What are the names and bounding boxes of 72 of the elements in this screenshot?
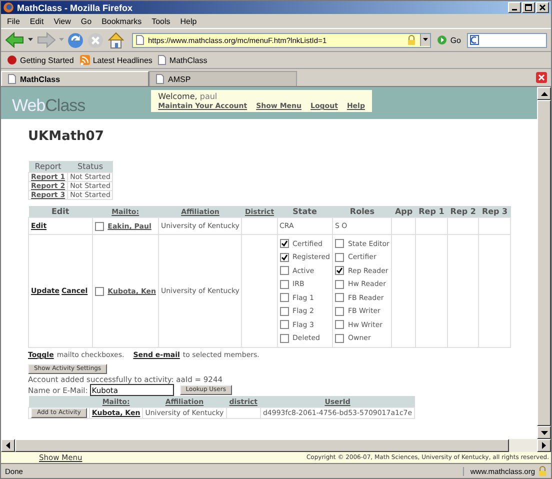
menu-item[interactable]: Edit — [30, 16, 44, 26]
column-header: State — [292, 207, 317, 216]
column-header: Report — [28, 161, 68, 172]
column-header: App — [394, 207, 413, 216]
maximize-button[interactable] — [522, 2, 535, 13]
menu-item[interactable]: View — [54, 16, 71, 26]
menu-item[interactable]: Bookmarks — [102, 16, 142, 26]
close-tab-icon[interactable] — [536, 72, 547, 83]
column-header: Rep 3 — [482, 207, 508, 216]
checkbox[interactable] — [334, 334, 344, 343]
vertical-scrollbar[interactable] — [537, 87, 551, 439]
column-header: Roles — [350, 207, 374, 216]
menu-item[interactable]: Go — [80, 16, 92, 26]
down-arrow-icon[interactable] — [540, 430, 548, 434]
checkbox[interactable] — [280, 293, 289, 302]
column-header: Edit — [51, 207, 70, 216]
welcome-label: Welcome, — [158, 92, 198, 101]
back-arrow-icon[interactable] — [5, 32, 25, 48]
checkbox[interactable] — [280, 334, 289, 343]
up-arrow-icon[interactable] — [540, 92, 548, 96]
checkbox[interactable] — [334, 239, 344, 248]
minimize-button[interactable] — [508, 2, 521, 13]
home-icon[interactable] — [107, 32, 125, 48]
bookmark-item[interactable]: Getting Started — [7, 55, 74, 65]
checkbox[interactable] — [280, 306, 289, 316]
checkbox[interactable] — [280, 320, 289, 330]
menu-item[interactable]: File — [7, 16, 20, 26]
right-arrow-icon[interactable] — [542, 442, 546, 449]
checkbox[interactable] — [334, 266, 344, 276]
browser-tab[interactable]: MathClass — [1, 71, 149, 86]
search-field[interactable] — [467, 32, 547, 48]
checkbox[interactable] — [94, 222, 104, 230]
site-logo: WebClass — [12, 96, 86, 116]
dropdown-arrow-icon[interactable] — [28, 38, 33, 42]
column-header: Rep 1 — [418, 207, 444, 216]
checkbox[interactable] — [280, 266, 289, 276]
page-icon — [8, 74, 16, 84]
search-engine-icon — [470, 34, 480, 46]
caret-icon — [423, 38, 428, 42]
menu-item[interactable]: Help — [180, 16, 197, 26]
close-button[interactable] — [536, 2, 549, 13]
checkbox[interactable] — [94, 286, 104, 296]
checkbox[interactable] — [334, 280, 344, 289]
checkbox[interactable] — [334, 320, 344, 330]
circle-icon — [7, 55, 17, 65]
bookmark-item[interactable]: MathClass — [158, 55, 208, 65]
checkbox[interactable] — [280, 280, 289, 289]
padlock-icon — [538, 466, 547, 476]
column-header: Rep 2 — [450, 207, 476, 216]
maximize-icon — [525, 4, 532, 11]
checkbox[interactable] — [280, 239, 289, 248]
padlock-icon — [407, 35, 416, 45]
globe-icon — [3, 2, 14, 13]
checkbox[interactable] — [280, 252, 289, 262]
feed-icon — [80, 55, 90, 65]
checkbox[interactable] — [334, 306, 344, 316]
bookmark-item[interactable]: Latest Headlines — [80, 55, 152, 65]
window-title: MathClass - Mozilla Firefox — [17, 2, 134, 12]
page-title: UKMath07 — [28, 129, 105, 144]
go-button[interactable]: Go — [434, 35, 464, 45]
user-name: paul — [200, 92, 218, 101]
reload-icon[interactable] — [67, 32, 84, 48]
close-icon — [539, 4, 546, 11]
play-icon — [437, 35, 448, 45]
checkbox[interactable] — [334, 293, 344, 302]
left-arrow-icon[interactable] — [6, 442, 10, 449]
menu-item[interactable]: Tools — [152, 16, 170, 26]
checkbox[interactable] — [334, 252, 344, 262]
browser-tab[interactable]: AMSP — [149, 71, 297, 86]
horizontal-scrollbar[interactable] — [1, 439, 551, 452]
dropdown-button[interactable] — [420, 34, 430, 46]
page-icon — [136, 35, 144, 45]
